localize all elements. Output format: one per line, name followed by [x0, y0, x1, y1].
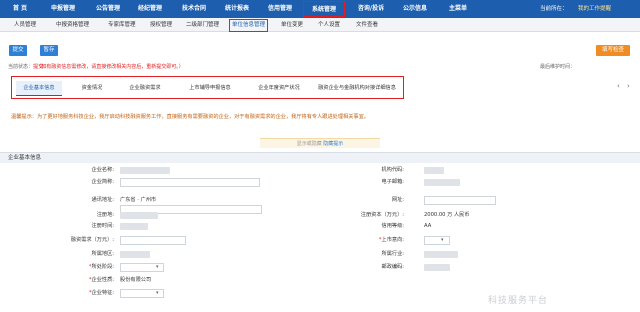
tab-basic-info[interactable]: 企业基本信息 — [16, 81, 62, 96]
nav-statistics[interactable]: 统计报表 — [219, 0, 255, 18]
top-navigation: 首 页 申报管理 公告管理 经纪管理 技术合同 统计报表 信用管理 系统管理 咨… — [0, 0, 640, 18]
subnav-unit-info[interactable]: 单位信息管理 — [229, 19, 269, 32]
chevron-down-icon: ▾ — [441, 237, 444, 243]
credit-rating-value: AA — [424, 223, 432, 229]
company-abbr-label: 企业简称: — [91, 179, 115, 185]
nav-home[interactable]: 首 页 — [6, 0, 34, 18]
tab-next-icon[interactable]: › — [627, 82, 630, 90]
status-hint: （如有融资信息需修改，请直接修改相关内容后，重新提交即可。） — [36, 64, 184, 70]
status-label: 当前状态： — [8, 64, 34, 70]
sub-navigation: 人员管理 中报资格管理 专家库管理 授权管理 二级部门管理 单位信息管理 单位变… — [0, 18, 640, 32]
company-name-field[interactable] — [120, 167, 170, 174]
nav-broker[interactable]: 经纪管理 — [132, 0, 168, 18]
subnav-unit-change[interactable]: 单位变更 — [281, 18, 303, 32]
region-field[interactable] — [120, 251, 150, 258]
industry-field[interactable] — [424, 251, 458, 258]
tab-funds[interactable]: 资金情况 — [72, 81, 112, 96]
nav-system[interactable]: 系统管理 — [303, 1, 345, 17]
listing-intent-select[interactable] — [424, 236, 450, 245]
org-code-label: 机构代码: — [381, 167, 405, 173]
submit-button[interactable]: 提交 — [9, 45, 27, 56]
feature-label: *企业特征: — [88, 290, 114, 296]
financing-input[interactable] — [120, 236, 186, 245]
save-draft-button[interactable]: 暂存 — [40, 45, 58, 56]
address-value: 广东省 · 广州市 — [120, 197, 157, 203]
website-label: 网址: — [391, 197, 404, 203]
email-field[interactable] — [424, 179, 460, 186]
reg-time-label: 注册时间: — [91, 223, 115, 229]
status-line: 当前状态： 提交 （如有融资信息需修改，请直接修改相关内容后，重新提交即可。） — [8, 63, 184, 70]
tab-listing-guidance[interactable]: 上市辅导申报信息 — [176, 81, 244, 96]
stage-label: *所处阶段: — [88, 264, 114, 270]
financing-label: 融资需求（万元）: — [70, 237, 114, 243]
section-title: 企业基本信息 — [0, 152, 640, 163]
subnav-files[interactable]: 文件查看 — [356, 18, 378, 32]
tab-prev-icon[interactable]: ‹ — [617, 82, 620, 90]
fill-check-button[interactable]: 填写检查 — [596, 45, 630, 56]
postal-field[interactable] — [424, 264, 450, 271]
last-maintain-time: 最后维护时间： — [540, 64, 576, 70]
subnav-qualification[interactable]: 中报资格管理 — [56, 18, 89, 32]
hint-toggle-bar: 显示或隐藏 隐藏提示 — [260, 138, 380, 148]
reg-capital-label: 注册资本（万元）: — [360, 212, 404, 218]
work-reminder-link[interactable]: 我的工作提醒 — [578, 0, 611, 18]
tab-bar: 企业基本信息 资金情况 企业融资需求 上市辅导申报信息 企业年度资产状况 融资企… — [11, 76, 404, 99]
subnav-authorization[interactable]: 授权管理 — [150, 18, 172, 32]
listing-intent-label: *上市意向: — [378, 237, 404, 243]
company-abbr-input[interactable] — [120, 178, 260, 187]
industry-label: 所属行业: — [381, 251, 405, 257]
postal-label: 邮政编码: — [381, 264, 405, 270]
credit-rating-label: 信用等级: — [381, 223, 405, 229]
watermark: 科技服务平台 — [488, 296, 549, 306]
hide-hint-link[interactable]: 隐藏提示 — [323, 141, 343, 147]
nature-label: *企业性质: — [88, 277, 114, 283]
chevron-down-icon: ▾ — [156, 290, 159, 296]
subnav-personnel[interactable]: 人员管理 — [14, 18, 36, 32]
nav-public[interactable]: 公示信息 — [397, 0, 433, 18]
nav-credit[interactable]: 信用管理 — [262, 0, 298, 18]
hint-toggle-text: 显示或隐藏 — [296, 141, 322, 147]
address-label: 通讯地址: — [91, 197, 115, 203]
reg-place-field[interactable] — [120, 212, 158, 219]
nav-announcement[interactable]: 公告管理 — [90, 0, 126, 18]
subnav-department[interactable]: 二级部门管理 — [186, 18, 219, 32]
nav-consult[interactable]: 咨询/投诉 — [352, 0, 390, 18]
reg-place-label: 注册地: — [96, 212, 114, 218]
tab-annual-assets[interactable]: 企业年度资产状况 — [248, 81, 310, 96]
tab-financing-institution[interactable]: 融资企业与金融机构对接详细信息 — [312, 81, 402, 96]
warm-notice: 温馨提示：为了更好地服务科技企业，我厅启动科技融资服务工作，直接服务有需要融资的… — [11, 114, 369, 120]
subnav-expert[interactable]: 专家库管理 — [108, 18, 136, 32]
subnav-personal-settings[interactable]: 个人设置 — [318, 18, 340, 32]
website-input[interactable] — [424, 196, 496, 205]
nature-value: 股份有限公司 — [120, 277, 152, 283]
reg-capital-value: 2000.00 万 人民币 — [424, 212, 470, 218]
current-location-label: 当前所在： — [540, 6, 568, 12]
tab-financing-demand[interactable]: 企业融资需求 — [120, 81, 170, 96]
region-label: 所属地区: — [91, 251, 115, 257]
org-code-field[interactable] — [424, 167, 444, 174]
company-name-label: 企业名称: — [91, 167, 115, 173]
status-value: 提交 — [33, 64, 44, 70]
nav-tech-contract[interactable]: 技术合同 — [176, 0, 212, 18]
nav-application[interactable]: 申报管理 — [44, 0, 82, 18]
reg-time-field[interactable] — [120, 223, 148, 230]
email-label: 电子邮箱: — [381, 179, 405, 185]
nav-main-menu[interactable]: 主菜单 — [440, 0, 476, 18]
chevron-down-icon: ▾ — [156, 264, 159, 270]
